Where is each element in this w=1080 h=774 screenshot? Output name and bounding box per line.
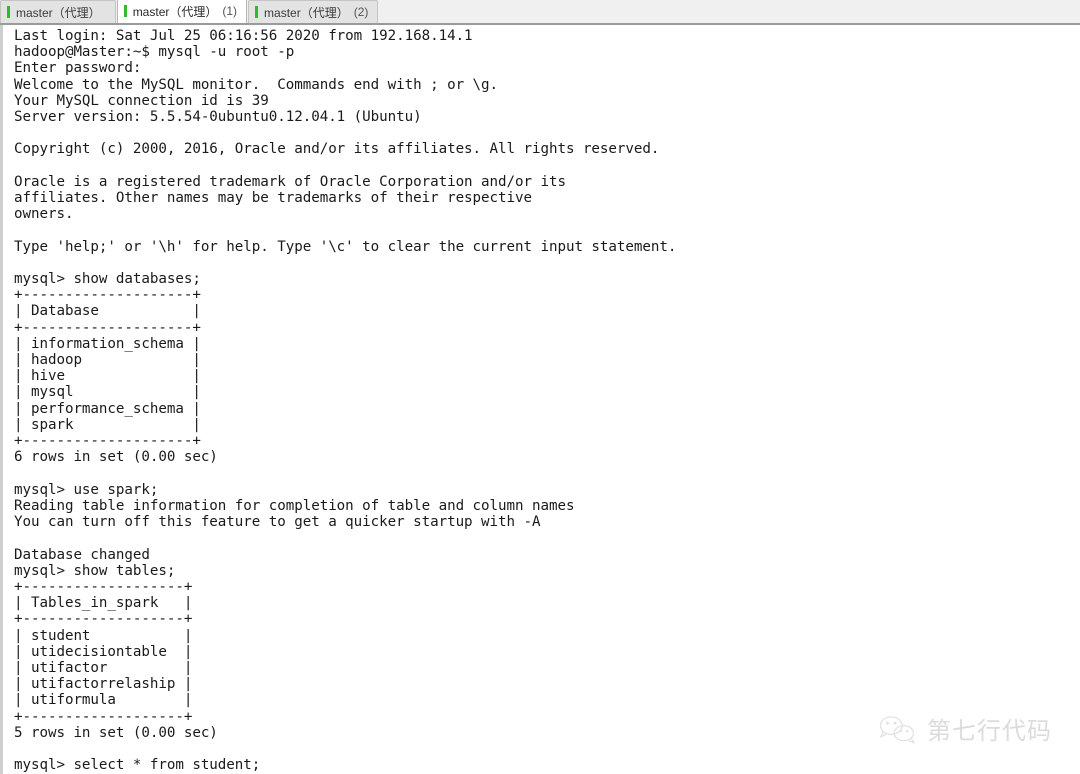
tab-index: (2) [353, 5, 369, 19]
session-status-marker-icon [255, 6, 259, 18]
session-status-marker-icon [123, 5, 127, 17]
tab-label: master（代理） [132, 4, 218, 19]
tab-label: master（代理） [264, 5, 349, 20]
tab-bar: master（代理） master（代理） (1) master（代理） (2) [0, 0, 1080, 25]
terminal-output[interactable]: Last login: Sat Jul 25 06:16:56 2020 fro… [3, 25, 1080, 774]
tab-master-2[interactable]: master（代理） (2) [248, 0, 379, 23]
terminal-pane[interactable]: Last login: Sat Jul 25 06:16:56 2020 fro… [0, 25, 1080, 774]
session-status-marker-icon [7, 6, 10, 18]
tab-index: (1) [222, 4, 238, 18]
tab-master-1[interactable]: master（代理） (1) [116, 0, 248, 23]
tab-label: master（代理） [16, 5, 101, 20]
tab-master-0[interactable]: master（代理） [0, 0, 116, 23]
